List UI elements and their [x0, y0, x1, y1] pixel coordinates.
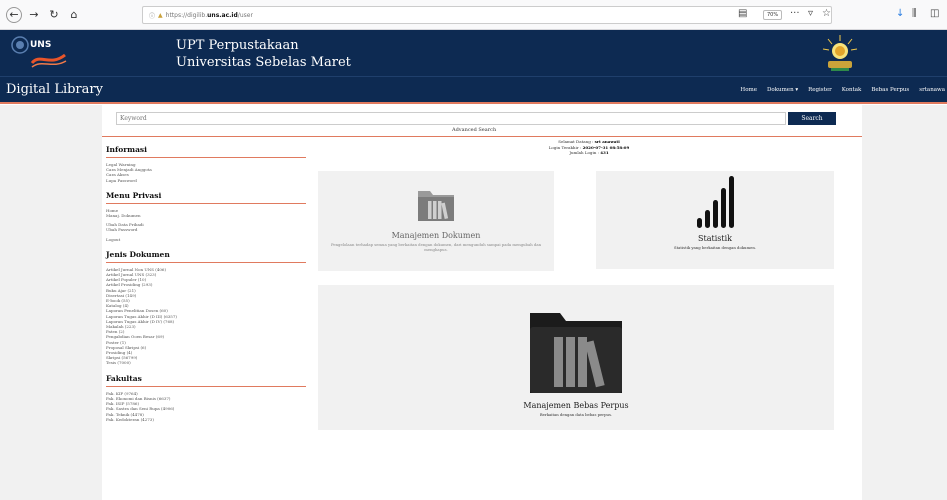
card-title-statistik: Statistik: [698, 234, 732, 243]
login-count-value: 431: [600, 150, 609, 155]
uns-logo-text: UNS: [30, 40, 51, 50]
sidebar-toggle-icon[interactable]: ◫: [930, 8, 939, 19]
url-prefix: https://digilib.: [165, 11, 208, 19]
keyword-search-input[interactable]: [116, 112, 786, 125]
main-container: Search Advanced Search Selamat Datang : …: [102, 105, 862, 500]
card-title-manajemen-dokumen: Manajemen Dokumen: [391, 231, 481, 240]
sidebar-item-logout[interactable]: Logout: [106, 237, 306, 242]
forward-icon[interactable]: →: [26, 7, 42, 23]
nav-user[interactable]: srtanawa: [919, 87, 945, 93]
sidebar-item-fakultas[interactable]: Fak. Kedokteran (4273): [106, 417, 306, 422]
search-button[interactable]: Search: [788, 112, 836, 125]
more-actions-icon[interactable]: ···: [790, 8, 800, 19]
home-icon[interactable]: ⌂: [66, 7, 82, 23]
lock-icon: ▲: [158, 11, 163, 19]
url-bar[interactable]: ⓘ ▲ https://digilib. uns.ac.id/user: [142, 6, 832, 24]
section-divider: [102, 136, 862, 137]
sidebar-title-informasi: Informasi: [106, 145, 306, 158]
zoom-level[interactable]: 70%: [763, 10, 783, 20]
url-host: uns.ac.id: [207, 11, 238, 19]
brand-digital-library[interactable]: Digital Library: [6, 82, 103, 97]
nav-kontak[interactable]: Kontak: [842, 87, 862, 93]
uns-logo[interactable]: UNS: [10, 33, 72, 73]
sidebar-jenis-dokumen: Jenis Dokumen Artikel Jurnal Non UNS (40…: [106, 250, 306, 366]
sidebar-title-menu-privasi: Menu Privasi: [106, 191, 306, 204]
site-header: UNS UPT Perpustakaan Universitas Sebelas…: [0, 30, 947, 76]
card-title-manajemen-bebas-perpus: Manajemen Bebas Perpus: [523, 401, 629, 410]
pocket-icon[interactable]: ▿: [808, 8, 813, 19]
sidebar-menu-privasi: Menu Privasi Home Manaj. Dokumen Ubah Da…: [106, 191, 306, 242]
welcome-info: Selamat Datang : srt anawati Login Terak…: [514, 139, 664, 156]
nav-menu: Home Dokumen ▾ Register Kontak Bebas Per…: [740, 77, 947, 103]
nav-bebas-perpus[interactable]: Bebas Perpus: [871, 87, 909, 93]
nav-register[interactable]: Register: [808, 87, 832, 93]
header-title-line1: UPT Perpustakaan: [176, 38, 299, 53]
advanced-search-link[interactable]: Advanced Search: [452, 127, 496, 133]
card-manajemen-bebas-perpus[interactable]: Manajemen Bebas Perpus Berkaitan dengan …: [318, 285, 834, 430]
card-manajemen-dokumen[interactable]: Manajemen Dokumen Pengelolaan terhadap s…: [318, 171, 554, 271]
nav-home[interactable]: Home: [740, 87, 757, 93]
sidebar-informasi: Informasi Legal Warning Cara Menjadi Ang…: [106, 145, 306, 183]
bookmark-star-icon[interactable]: ☆: [822, 8, 831, 19]
card-desc-manajemen-bebas-perpus: Berkaitan dengan data bebas perpus.: [539, 412, 613, 417]
header-title: UPT Perpustakaan Universitas Sebelas Mar…: [176, 37, 351, 71]
folder-books-icon: [418, 191, 454, 221]
info-icon: ⓘ: [149, 12, 156, 20]
folder-books-icon: [530, 313, 622, 393]
url-path: /user: [237, 11, 253, 19]
last-login-value: 2020-07-31 08:58:09: [582, 144, 630, 150]
welcome-username: srt anawati: [594, 139, 620, 144]
reload-icon[interactable]: ↻: [46, 7, 62, 23]
main-navbar: Digital Library Home Dokumen ▾ Register …: [0, 76, 947, 104]
sidebar-title-jenis-dokumen: Jenis Dokumen: [106, 250, 306, 263]
sidebar-title-fakultas: Fakultas: [106, 374, 306, 387]
login-count-line: Jumlah Login : 431: [569, 150, 609, 155]
sidebar-item-lupa-password[interactable]: Lupa Password: [106, 178, 306, 183]
card-desc-statistik: Statistik yang berkaitan dengan dokumen.: [674, 245, 756, 250]
sun-emblem-icon: [822, 35, 858, 71]
nav-dokumen-dropdown[interactable]: Dokumen ▾: [767, 87, 798, 93]
reader-view-icon[interactable]: ▤: [738, 8, 747, 19]
sidebar: Informasi Legal Warning Cara Menjadi Ang…: [106, 145, 306, 430]
content-area: Search Advanced Search Selamat Datang : …: [0, 105, 947, 500]
back-icon[interactable]: ←: [6, 6, 22, 23]
header-title-line2: Universitas Sebelas Maret: [176, 55, 351, 70]
card-statistik[interactable]: Statistik Statistik yang berkaitan denga…: [596, 171, 834, 269]
card-desc-manajemen-dokumen: Pengelolaan terhadap semua yang berkaita…: [330, 242, 542, 252]
browser-toolbar: ← → ↻ ⌂ ⓘ ▲ https://digilib. uns.ac.id/us…: [0, 0, 947, 30]
search-bar: Search: [116, 112, 836, 126]
sidebar-fakultas: Fakultas Fak. KIP (9764) Fak. Ekonomi da…: [106, 374, 306, 422]
download-icon[interactable]: ↓: [896, 8, 904, 19]
library-icon[interactable]: ⫼: [912, 8, 917, 19]
sidebar-item-doc-type[interactable]: Tesis (7000): [106, 360, 306, 365]
bar-chart-icon: [697, 176, 734, 228]
